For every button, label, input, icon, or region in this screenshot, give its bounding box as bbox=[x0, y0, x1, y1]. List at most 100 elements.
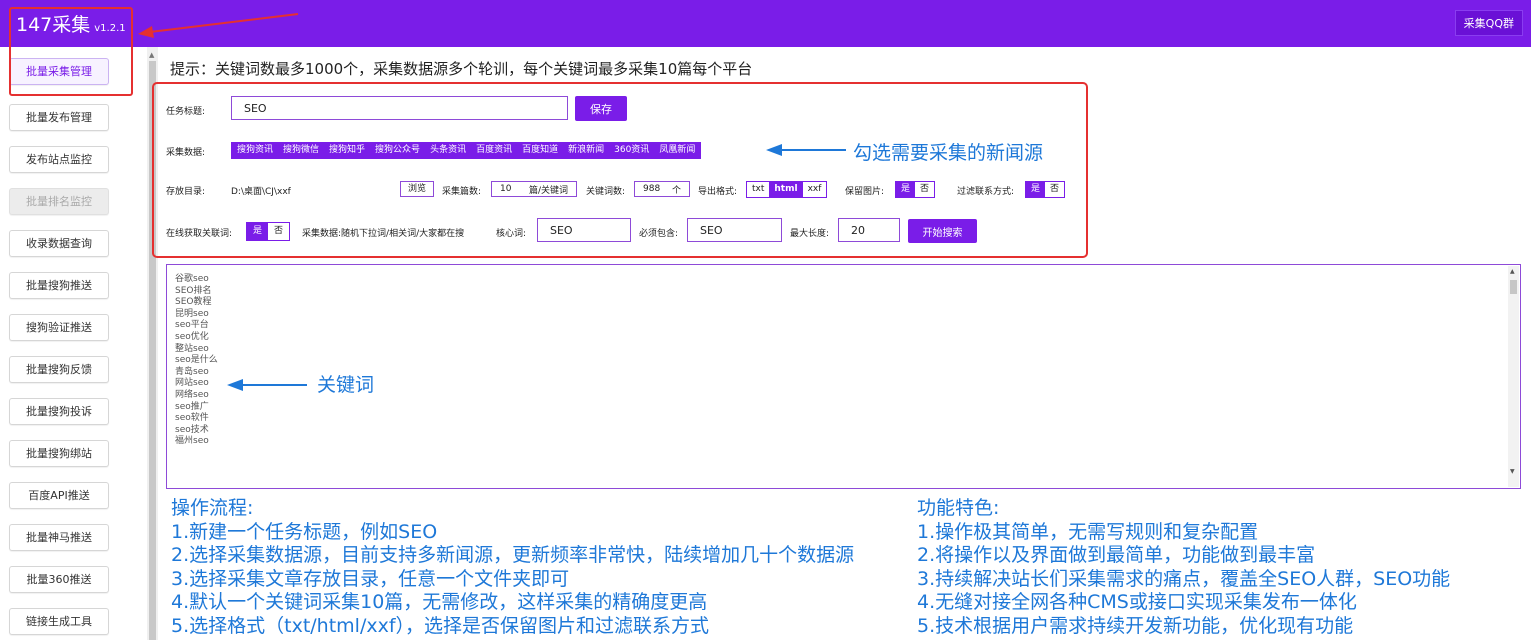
keep-image-no[interactable]: 否 bbox=[915, 182, 935, 197]
keyword-item: seo平台 bbox=[175, 320, 209, 331]
online-related-toggle: 是 否 bbox=[246, 222, 291, 241]
process-section: 操作流程: 1.新建一个任务标题，例如SEO 2.选择采集数据源，目前支持多新闻… bbox=[171, 497, 854, 638]
keyword-count-value: 988 bbox=[643, 184, 661, 194]
features-section: 功能特色: 1.操作极其简单，无需写规则和复杂配置 2.将操作以及界面做到最简单… bbox=[917, 497, 1450, 638]
format-xxf[interactable]: xxf bbox=[802, 182, 827, 197]
keyword-count-label: 关键词数: bbox=[586, 187, 626, 197]
source-ifeng-news[interactable]: 凤凰新闻 bbox=[654, 143, 701, 158]
filter-contact-no[interactable]: 否 bbox=[1045, 182, 1065, 197]
keyword-item: seo优化 bbox=[175, 331, 209, 342]
keyword-item: SEO教程 bbox=[175, 297, 212, 308]
count-unit: 篇/关键词 bbox=[528, 185, 568, 196]
blue-arrow-icon bbox=[766, 144, 846, 156]
feature-item: 3.持续解决站长们采集需求的痛点，覆盖全SEO人群，SEO功能 bbox=[917, 567, 1451, 590]
keyword-item: SEO排名 bbox=[175, 285, 212, 296]
export-label: 导出格式: bbox=[698, 187, 738, 197]
keyword-item: 整站seo bbox=[175, 343, 209, 354]
source-360-news[interactable]: 360资讯 bbox=[609, 143, 655, 158]
filter-contact-toggle: 是 否 bbox=[1025, 181, 1066, 198]
process-title: 操作流程: bbox=[171, 497, 254, 519]
red-arrow-icon bbox=[138, 13, 299, 38]
feature-item: 1.操作极其简单，无需写规则和复杂配置 bbox=[917, 520, 1259, 543]
filter-contact-label: 过滤联系方式: bbox=[957, 187, 1015, 197]
sidebar-item-sogou-complaint[interactable]: 批量搜狗投诉 bbox=[9, 398, 109, 425]
sidebar-item-sogou-bind[interactable]: 批量搜狗绑站 bbox=[9, 440, 109, 467]
keep-image-toggle: 是 否 bbox=[895, 181, 936, 198]
sidebar-item-baidu-api[interactable]: 百度API推送 bbox=[9, 482, 109, 509]
keyword-item: 网络seo bbox=[175, 389, 209, 400]
keep-image-label: 保留图片: bbox=[845, 187, 885, 197]
must-include-label: 必须包含: bbox=[639, 229, 679, 239]
max-length-input[interactable] bbox=[838, 218, 900, 242]
sources-label: 采集数据: bbox=[166, 148, 206, 158]
keyword-scrollbar[interactable]: ▲ ▼ bbox=[1508, 266, 1519, 487]
source-sina-news[interactable]: 新浪新闻 bbox=[563, 143, 610, 158]
sidebar-item-site-monitor[interactable]: 发布站点监控 bbox=[9, 146, 109, 173]
sidebar-item-360-push[interactable]: 批量360推送 bbox=[9, 566, 109, 593]
feature-item: 4.无缝对接全网各种CMS或接口实现采集发布一体化 bbox=[917, 591, 1357, 613]
dir-value: D:\桌面\CJ\xxf bbox=[231, 187, 291, 197]
keyword-item: 昆明seo bbox=[175, 308, 209, 319]
process-step: 3.选择采集文章存放目录，任意一个文件夹即可 bbox=[171, 567, 570, 590]
browse-button[interactable]: 浏览 bbox=[400, 181, 434, 197]
source-sogou-official[interactable]: 搜狗公众号 bbox=[370, 143, 426, 158]
source-sogou-zhihu[interactable]: 搜狗知乎 bbox=[324, 143, 371, 158]
keep-image-yes[interactable]: 是 bbox=[896, 182, 916, 197]
task-title-label: 任务标题: bbox=[166, 107, 206, 117]
process-step: 4.默认一个关键词采集10篇，无需修改，这样采集的精确度更高 bbox=[171, 591, 708, 613]
source-baidu-zhidao[interactable]: 百度知道 bbox=[517, 143, 564, 158]
sidebar-item-shenma-push[interactable]: 批量神马推送 bbox=[9, 524, 109, 551]
source-sogou-weixin[interactable]: 搜狗微信 bbox=[278, 143, 325, 158]
online-related-no[interactable]: 否 bbox=[268, 223, 290, 240]
blue-arrow-icon bbox=[227, 379, 307, 391]
feature-item: 2.将操作以及界面做到最简单，功能做到最丰富 bbox=[917, 544, 1316, 566]
core-word-input[interactable] bbox=[537, 218, 631, 242]
sidebar-item-sogou-push[interactable]: 批量搜狗推送 bbox=[9, 272, 109, 299]
format-txt[interactable]: txt bbox=[747, 182, 770, 197]
keyword-item: seo是什么 bbox=[175, 355, 218, 366]
dir-label: 存放目录: bbox=[166, 187, 206, 197]
features-title: 功能特色: bbox=[917, 497, 1000, 519]
core-word-label: 核心词: bbox=[496, 229, 527, 239]
scroll-down-icon[interactable]: ▼ bbox=[1510, 468, 1515, 475]
source-toutiao[interactable]: 头条资讯 bbox=[425, 143, 472, 158]
keywords-annotation: 关键词 bbox=[317, 374, 375, 396]
scrollbar-thumb[interactable] bbox=[1510, 280, 1517, 294]
task-title-input[interactable] bbox=[231, 96, 568, 120]
keyword-list: 谷歌seo SEO排名 SEO教程 昆明seo seo平台 seo优化 整站se… bbox=[175, 274, 218, 448]
keyword-count-input[interactable]: 988 个 bbox=[634, 181, 690, 197]
filter-contact-yes[interactable]: 是 bbox=[1026, 182, 1046, 197]
sidebar-item-batch-publish[interactable]: 批量发布管理 bbox=[9, 104, 109, 131]
keyword-item: 青岛seo bbox=[175, 366, 209, 377]
online-related-yes[interactable]: 是 bbox=[247, 223, 269, 240]
count-input[interactable]: 10 篇/关键词 bbox=[491, 181, 577, 197]
process-step: 5.选择格式（txt/html/xxf），选择是否保留图片和过滤联系方式 bbox=[171, 614, 710, 637]
source-sogou-news[interactable]: 搜狗资讯 bbox=[232, 143, 279, 158]
keyword-item: seo软件 bbox=[175, 413, 209, 424]
scroll-up-icon[interactable]: ▲ bbox=[1510, 268, 1515, 275]
sidebar: 批量采集管理 批量发布管理 发布站点监控 批量排名监控 收录数据查询 批量搜狗推… bbox=[0, 47, 146, 640]
must-include-input[interactable] bbox=[687, 218, 782, 242]
sidebar-item-index-query[interactable]: 收录数据查询 bbox=[9, 230, 109, 257]
source-selector: 搜狗资讯 搜狗微信 搜狗知乎 搜狗公众号 头条资讯 百度资讯 百度知道 新浪新闻… bbox=[231, 142, 702, 159]
sidebar-item-sogou-verify-push[interactable]: 搜狗验证推送 bbox=[9, 314, 109, 341]
online-related-label: 在线获取关联词: bbox=[166, 229, 233, 239]
start-search-button[interactable]: 开始搜索 bbox=[908, 219, 977, 243]
sidebar-item-sogou-feedback[interactable]: 批量搜狗反馈 bbox=[9, 356, 109, 383]
feature-item: 5.技术根据用户需求持续开发新功能，优化现有功能 bbox=[917, 614, 1354, 637]
source-baidu-news[interactable]: 百度资讯 bbox=[471, 143, 518, 158]
keyword-item: seo技术 bbox=[175, 424, 209, 435]
format-html[interactable]: html bbox=[769, 182, 803, 197]
title-highlight-box bbox=[9, 7, 133, 96]
sidebar-item-rank-monitor[interactable]: 批量排名监控 bbox=[9, 188, 109, 215]
keyword-count-unit: 个 bbox=[671, 185, 681, 196]
sources-annotation: 勾选需要采集的新闻源 bbox=[853, 142, 1044, 164]
qq-group-button[interactable]: 采集QQ群 bbox=[1454, 10, 1523, 36]
keyword-item: 谷歌seo bbox=[175, 274, 209, 284]
count-label: 采集篇数: bbox=[442, 187, 482, 197]
sidebar-item-link-tool[interactable]: 链接生成工具 bbox=[9, 608, 109, 635]
scroll-up-icon[interactable]: ▲ bbox=[149, 51, 154, 59]
process-step: 2.选择采集数据源，目前支持多新闻源，更新频率非常快，陆续增加几十个数据源 bbox=[171, 544, 855, 566]
save-button[interactable]: 保存 bbox=[575, 96, 627, 121]
process-step: 1.新建一个任务标题，例如SEO bbox=[171, 520, 438, 543]
